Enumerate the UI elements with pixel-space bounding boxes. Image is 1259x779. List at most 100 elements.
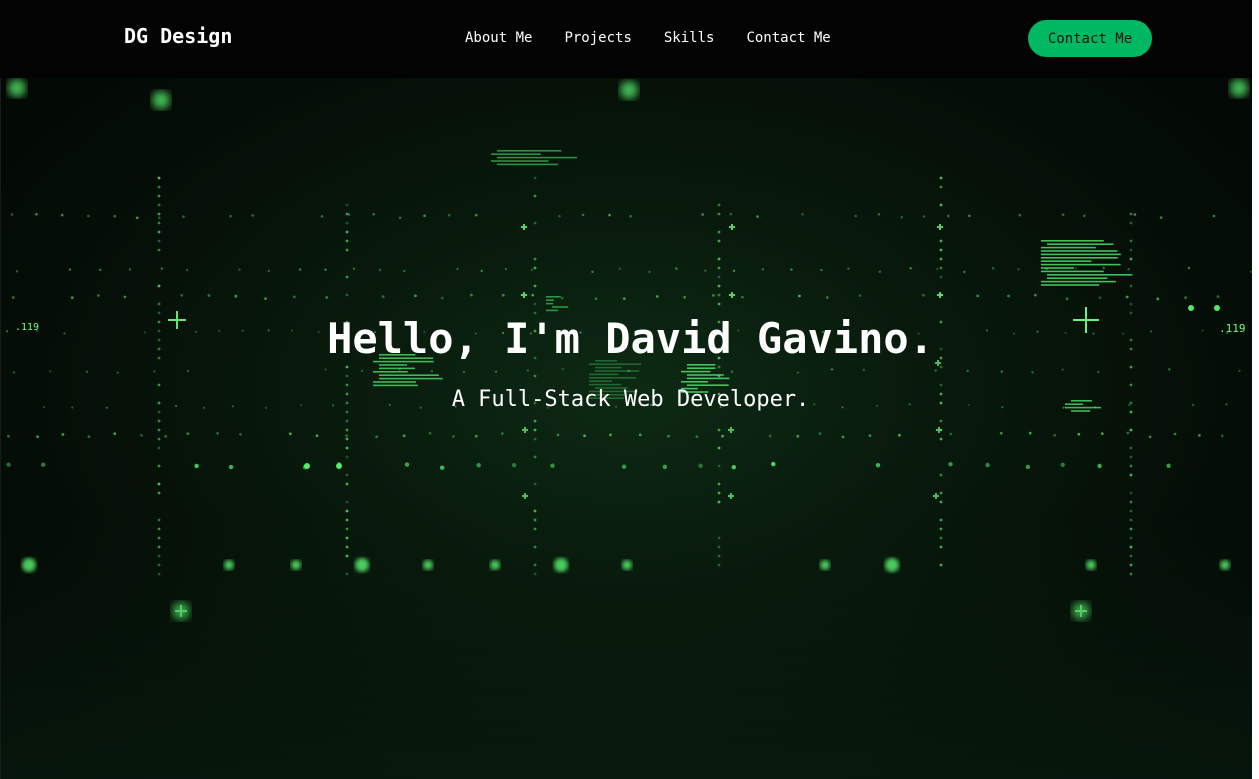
- glow-dot: [462, 370, 466, 374]
- glow-dot: [878, 270, 881, 273]
- glow-dot: [675, 267, 678, 270]
- glow-dot: [70, 296, 74, 300]
- glow-dot: [315, 434, 319, 438]
- glow-dot: [1129, 212, 1133, 216]
- glow-dot: [292, 295, 296, 299]
- glow-dot: [345, 500, 349, 504]
- glow-dot: [500, 432, 504, 435]
- glow-dot: [533, 284, 537, 288]
- glow-dot: [320, 215, 324, 218]
- glow-dot: [621, 464, 627, 469]
- glow-dot: [771, 461, 776, 467]
- glow-dot: [1238, 369, 1241, 372]
- glow-dot: [6, 462, 11, 467]
- glow-dot: [717, 293, 721, 297]
- glow-dot: [1184, 296, 1187, 300]
- nav-link-skills[interactable]: Skills: [664, 30, 715, 46]
- nav-link-about-me[interactable]: About Me: [465, 30, 532, 46]
- code-line: [681, 381, 708, 383]
- glow-dot: [1173, 432, 1177, 436]
- brand-logo[interactable]: DG Design: [124, 24, 232, 48]
- glow-dot: [1028, 431, 1032, 435]
- glow-dot: [378, 268, 382, 272]
- nav-link-contact-me[interactable]: Contact Me: [746, 30, 830, 46]
- glow-dot: [721, 434, 724, 438]
- code-line: [491, 160, 549, 162]
- glow-dot: [741, 295, 744, 299]
- glow-dot: [533, 257, 537, 261]
- hero-section: .119 .119 Hello, I'm David Gavino. A Ful…: [0, 78, 1259, 779]
- code-line: [491, 153, 541, 155]
- glow-dot: [470, 293, 473, 297]
- glow-dot: [939, 365, 943, 369]
- code-line: [1041, 267, 1074, 269]
- glow-dot: [157, 428, 161, 432]
- glow-dot: [440, 465, 445, 470]
- glow-dot: [152, 91, 170, 109]
- glow-dot: [730, 370, 734, 373]
- glow-dot: [618, 267, 621, 270]
- glow-dot: [153, 370, 156, 373]
- glow-dot: [157, 248, 161, 252]
- glow-dot: [1053, 434, 1057, 437]
- glow-dot: [533, 428, 537, 432]
- glow-dot: [1061, 213, 1065, 216]
- code-line: [589, 383, 622, 386]
- glow-dot: [1230, 79, 1248, 97]
- glow-dot: [662, 464, 667, 469]
- glow-dot: [447, 213, 451, 217]
- glow-dot: [398, 216, 402, 220]
- glow-dot: [345, 248, 349, 252]
- glow-dot: [620, 81, 638, 99]
- glow-dot: [717, 446, 721, 450]
- glow-dot: [345, 455, 349, 459]
- contact-me-button[interactable]: Contact Me: [1028, 20, 1152, 57]
- glow-dot: [1129, 428, 1133, 432]
- glow-dot: [160, 267, 164, 270]
- glow-dot: [1129, 257, 1133, 261]
- glow-dot: [898, 433, 901, 437]
- glow-dot: [1159, 216, 1163, 219]
- code-line: [1041, 280, 1116, 283]
- glow-dot: [683, 295, 686, 299]
- glow-dot: [550, 463, 555, 468]
- glow-dot: [180, 293, 184, 297]
- glow-dot: [1198, 434, 1201, 437]
- glow-dot: [939, 185, 943, 189]
- glow-dot: [345, 434, 349, 437]
- glow-dot: [717, 500, 721, 504]
- glow-dot: [1034, 293, 1037, 297]
- glow-dot: [325, 296, 328, 299]
- glow-dot: [1129, 473, 1133, 477]
- glow-dot: [97, 294, 100, 297]
- glow-dot: [87, 435, 91, 438]
- glow-dot: [608, 213, 611, 217]
- glow-dot: [729, 212, 733, 216]
- glow-dot: [533, 419, 537, 423]
- glow-dot: [381, 295, 385, 299]
- glow-dot: [533, 194, 537, 198]
- glow-dot: [504, 267, 508, 271]
- glow-dot: [939, 491, 943, 495]
- window-edge: [1252, 0, 1259, 779]
- code-line: [497, 156, 578, 159]
- code-line: [1041, 253, 1121, 256]
- glow-dot: [304, 463, 310, 469]
- glow-dot: [7, 434, 10, 438]
- plus-marker: [521, 292, 527, 298]
- glow-dot: [1129, 464, 1133, 468]
- glow-dot: [949, 432, 953, 436]
- glow-dot: [875, 463, 881, 468]
- glow-dot: [561, 367, 565, 371]
- code-line: [589, 363, 642, 365]
- glow-dot: [717, 230, 721, 234]
- code-line: [546, 309, 558, 312]
- glow-dot: [796, 371, 800, 374]
- glow-dot: [68, 268, 72, 271]
- code-line: [379, 374, 439, 376]
- glow-dot: [10, 213, 14, 216]
- glow-dot: [423, 214, 426, 218]
- nav-link-projects[interactable]: Projects: [564, 30, 631, 46]
- glow-dot: [157, 185, 161, 189]
- glow-dot: [695, 435, 699, 438]
